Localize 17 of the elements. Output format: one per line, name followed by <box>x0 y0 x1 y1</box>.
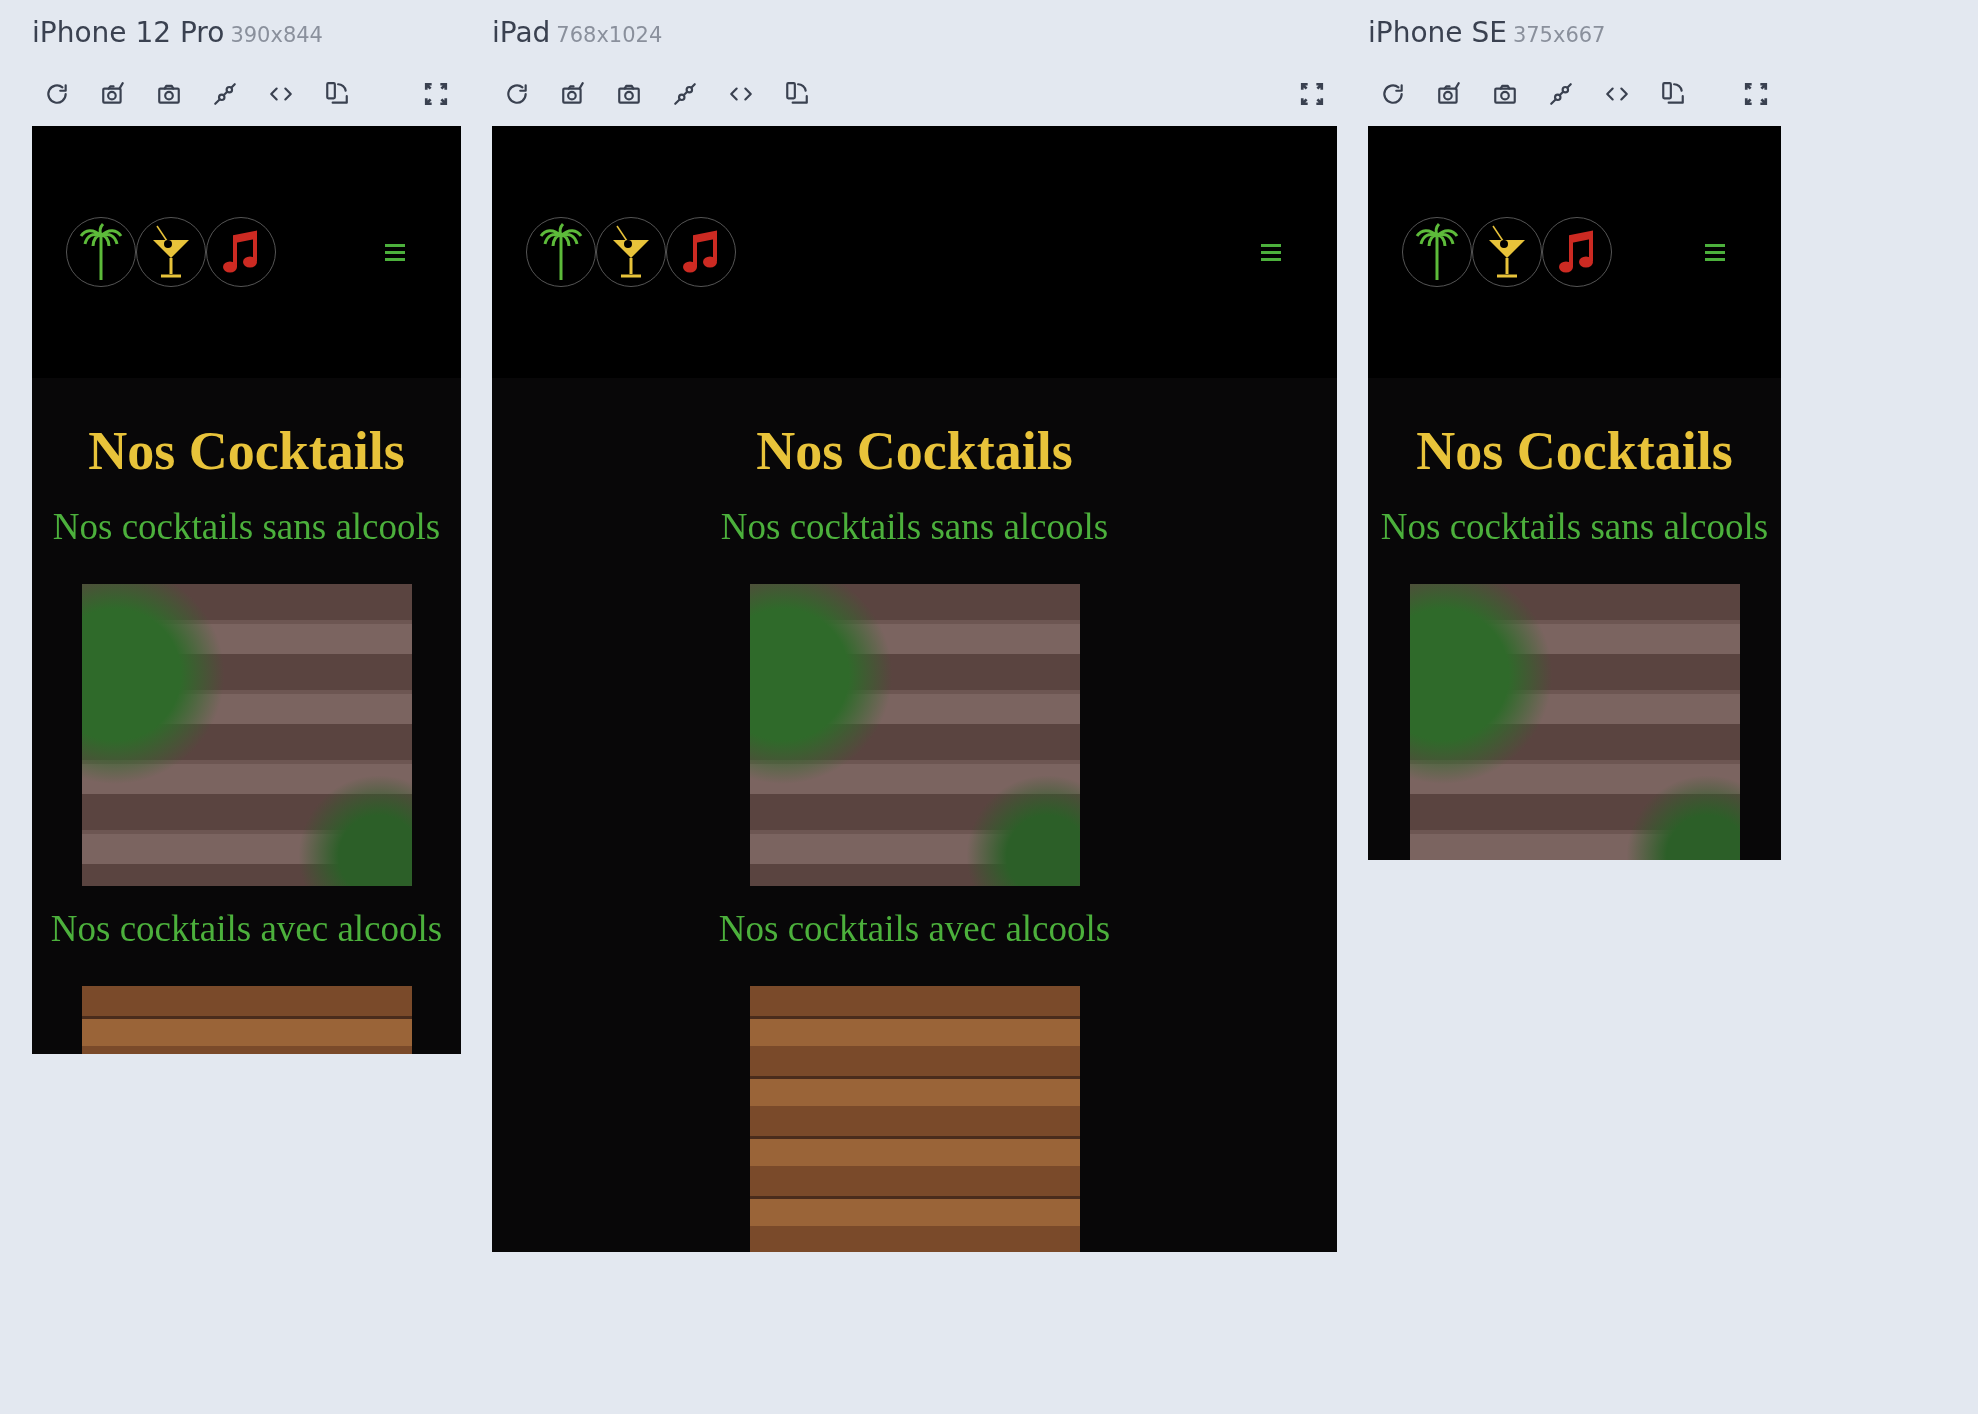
page-title: Nos Cocktails <box>1416 420 1733 483</box>
section-heading: Nos cocktails sans alcools <box>720 505 1109 549</box>
section-heading: Nos cocktails sans alcools <box>1380 505 1769 549</box>
section-heading: Nos cocktails avec alcools <box>50 907 443 951</box>
device-size: 768x1024 <box>556 23 663 47</box>
page-title: Nos Cocktails <box>88 420 405 483</box>
section-heading: Nos cocktails sans alcools <box>52 505 441 549</box>
menu-icon[interactable] <box>385 243 405 261</box>
device-size: 375x667 <box>1512 23 1606 47</box>
section-heading: Nos cocktails avec alcools <box>718 907 1111 951</box>
device-name: iPad <box>492 16 551 49</box>
page-title: Nos Cocktails <box>756 420 1073 483</box>
device-name: iPhone SE <box>1368 16 1507 49</box>
menu-icon[interactable] <box>1705 243 1725 261</box>
device-name: iPhone 12 Pro <box>32 16 225 49</box>
device-size: 390x844 <box>230 23 323 47</box>
menu-icon[interactable] <box>1261 243 1281 261</box>
